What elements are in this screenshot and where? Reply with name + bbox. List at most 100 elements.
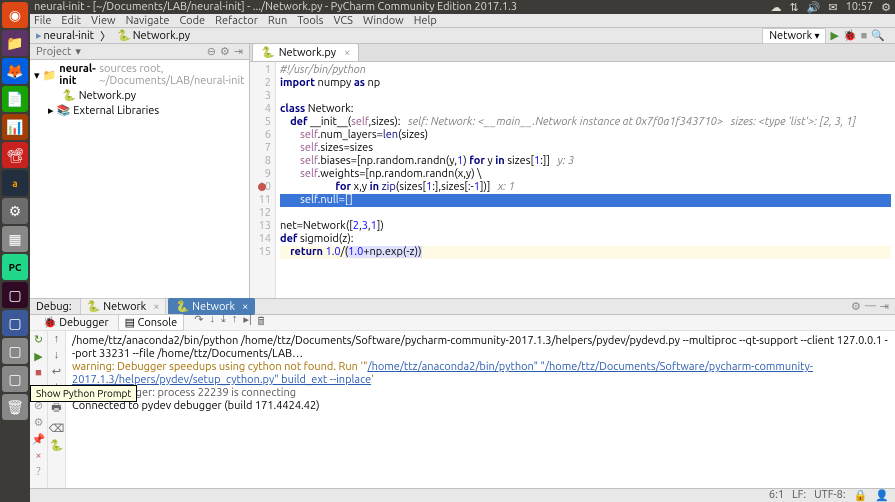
window-titlebar: neural-init - [~/Documents/LAB/neural-in… (30, 0, 895, 14)
app2-icon[interactable]: ▢ (2, 310, 28, 336)
debug-title: Debug: (36, 301, 72, 313)
indicator-icon[interactable]: ☁ (770, 1, 781, 14)
menu-tools[interactable]: Tools (297, 15, 323, 27)
breadcrumb: ▸ neural-init 〉 🐍 Network.py Network ▾ ▶… (30, 28, 895, 44)
evaluate-icon[interactable]: 🖩 (258, 313, 265, 332)
project-tool-window: Project ▾ ⊖ ⚙ ⇥ ▾📁neural-init sources ro… (30, 44, 250, 298)
close-icon[interactable]: × (153, 301, 159, 313)
folder-icon: ▸ (36, 29, 42, 42)
inspector-icon[interactable]: 👤 (875, 489, 889, 502)
menu-refactor[interactable]: Refactor (215, 15, 258, 27)
debugger-tab[interactable]: 🐞 Debugger (36, 314, 116, 331)
trash-icon[interactable]: 🗑 (2, 394, 28, 420)
menu-run[interactable]: Run (268, 15, 287, 27)
firefox-icon[interactable]: 🦊 (2, 58, 28, 84)
menu-navigate[interactable]: Navigate (126, 15, 170, 27)
up-icon[interactable]: ↑ (54, 333, 60, 345)
hide-icon[interactable]: ⇥ (234, 45, 243, 58)
debug-session-tab[interactable]: 🐍 Network × (80, 298, 167, 315)
debug-tool-window: Debug: 🐍 Network × 🐍 Network × ⚙ — ⇥ 🐞 D… (30, 298, 895, 488)
indicator-icon[interactable]: ⇅ (789, 1, 798, 14)
gear-icon[interactable]: ⚙ (851, 300, 861, 313)
close-icon[interactable]: × (35, 450, 41, 462)
step-into-my-icon[interactable]: ⤓ (221, 313, 226, 332)
rerun-icon[interactable]: ↻ (34, 333, 43, 346)
app4-icon[interactable]: ▢ (2, 366, 28, 392)
ubuntu-dash-icon[interactable]: ◉ (2, 2, 28, 28)
debug-controls: ↻ ▶ ■ ●● ⊘ ⚙ 📌 × ? (30, 331, 48, 488)
soft-wrap-icon[interactable]: ↩ (52, 365, 61, 378)
mail-icon[interactable]: ✉ (828, 1, 837, 14)
window-title: neural-init - [~/Documents/LAB/neural-in… (34, 1, 517, 13)
step-over-icon[interactable]: ↷ (194, 313, 203, 332)
minimize-icon[interactable]: — (865, 300, 876, 313)
step-out-icon[interactable]: ↑ (232, 313, 238, 332)
python-file-icon: 🐍 (261, 46, 275, 59)
step-into-icon[interactable]: ↓ (209, 313, 215, 332)
menu-help[interactable]: Help (414, 15, 437, 27)
run-button[interactable]: ▶ (830, 29, 838, 42)
hide-icon[interactable]: ⇥ (880, 300, 889, 313)
tree-file[interactable]: Network.py (79, 90, 136, 102)
tree-libs[interactable]: External Libraries (73, 105, 159, 117)
writer-icon[interactable]: 📄 (2, 86, 28, 112)
clock[interactable]: 10:57 (846, 1, 874, 13)
file-encoding[interactable]: UTF-8: (814, 489, 846, 502)
debug-console[interactable]: /home/ttz/anaconda2/bin/python /home/ttz… (66, 331, 895, 488)
app3-icon[interactable]: ▢ (2, 338, 28, 364)
code-editor[interactable]: #!/usr/bin/pythonimport numpy as npclass… (276, 62, 895, 298)
terminal-icon[interactable]: ▢ (2, 282, 28, 308)
pin-icon[interactable]: 📌 (32, 433, 46, 446)
tree-root[interactable]: neural-init (59, 63, 96, 87)
project-tree[interactable]: ▾📁neural-init sources root, ~/Documents/… (30, 60, 249, 298)
menu-view[interactable]: View (91, 15, 116, 27)
library-icon: 📚 (57, 104, 71, 117)
collapse-icon[interactable]: ⊖ (207, 45, 216, 58)
calc-icon[interactable]: 📊 (2, 114, 28, 140)
run-config-selector[interactable]: Network ▾ (762, 28, 826, 44)
debug-button[interactable]: 🐞 (843, 29, 857, 42)
status-bar: 6:1 LF: UTF-8: 🔒 👤 (30, 488, 895, 502)
resume-icon[interactable]: ▶ (34, 350, 42, 363)
tooltip: Show Python Prompt (30, 385, 137, 402)
main-menu: File Edit View Navigate Code Refactor Ru… (30, 14, 895, 28)
help-icon[interactable]: ? (36, 466, 40, 478)
stop-button[interactable]: ■ (861, 30, 868, 42)
settings-icon[interactable]: ⚙ (2, 198, 28, 224)
gear-icon[interactable]: ⚙ (220, 45, 230, 58)
app-icon[interactable]: ▦ (2, 226, 28, 252)
close-icon[interactable]: × (344, 47, 350, 59)
python-file-icon: 🐍 (62, 89, 76, 102)
files-icon[interactable]: 📁 (2, 30, 28, 56)
down-icon[interactable]: ↓ (54, 349, 60, 361)
menu-file[interactable]: File (34, 15, 51, 27)
editor-tab-label: Network.py (279, 47, 336, 59)
stop-icon[interactable]: ■ (35, 367, 42, 379)
volume-icon[interactable]: 🔊 (807, 1, 821, 14)
settings-icon[interactable]: ⚙ (34, 416, 44, 429)
impress-icon[interactable]: 📽 (2, 142, 28, 168)
close-icon[interactable]: × (242, 301, 248, 313)
lock-icon[interactable]: 🔒 (854, 489, 868, 502)
clear-icon[interactable]: ⌫ (49, 422, 65, 435)
line-gutter[interactable]: 123456789101112131415 (250, 62, 276, 298)
console-controls: ↑ ↓ ↩ ⤓ 🖶 ⌫ 🐍 (48, 331, 66, 488)
power-icon[interactable]: ⚙ (881, 1, 891, 14)
line-separator[interactable]: LF: (792, 489, 806, 502)
project-panel-title: Project (36, 46, 71, 58)
menu-window[interactable]: Window (363, 15, 404, 27)
search-icon[interactable]: 🔍 (871, 29, 885, 42)
menu-vcs[interactable]: VCS (333, 15, 353, 27)
console-tab[interactable]: ▤ Console (118, 314, 185, 331)
python-file-icon: 🐍 (117, 29, 131, 42)
menu-code[interactable]: Code (179, 15, 205, 27)
pycharm-icon[interactable]: PC (2, 254, 28, 280)
caret-position[interactable]: 6:1 (769, 489, 784, 502)
run-to-cursor-icon[interactable]: ▸| (243, 313, 251, 332)
amazon-icon[interactable]: a (2, 170, 28, 196)
menu-edit[interactable]: Edit (61, 15, 81, 27)
python-prompt-icon[interactable]: 🐍 (50, 439, 64, 452)
breadcrumb-project[interactable]: ▸ neural-init (36, 29, 94, 42)
breadcrumb-file[interactable]: 🐍 Network.py (117, 29, 190, 42)
editor-tab[interactable]: 🐍 Network.py × (252, 43, 359, 61)
